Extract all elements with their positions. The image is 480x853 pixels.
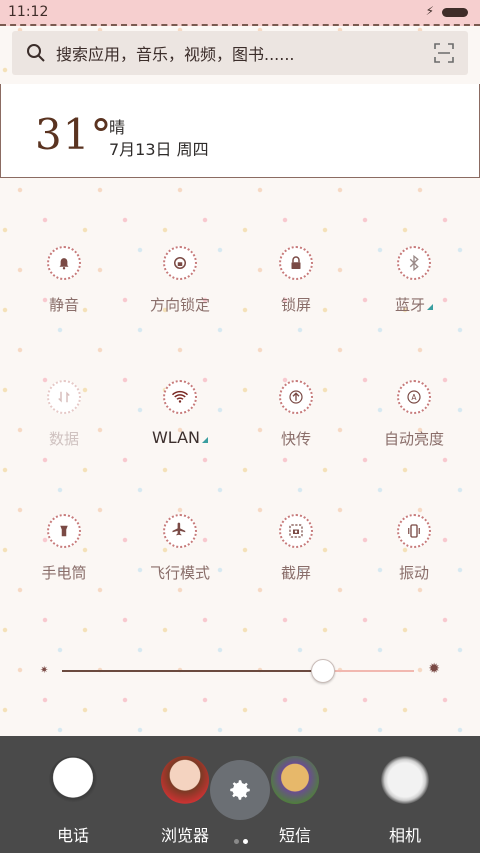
- dim-sun-icon: ✷: [40, 665, 49, 676]
- page-dot: [234, 839, 239, 844]
- toggle-bluetooth[interactable]: 蓝牙: [354, 240, 474, 330]
- messages-app-icon: [271, 756, 319, 804]
- toggle-quick-transfer[interactable]: 快传: [236, 374, 356, 464]
- more-indicator-icon: [427, 304, 433, 310]
- toggle-label: 自动亮度: [383, 430, 444, 448]
- search-placeholder: 搜索应用，音乐，视频，图书......: [56, 45, 295, 64]
- rotation-lock-icon: [163, 246, 197, 280]
- toggle-data[interactable]: 数据: [4, 374, 124, 464]
- bright-sun-icon: ✹: [428, 661, 440, 677]
- page-dot-active: [243, 839, 248, 844]
- toggle-label: 振动: [398, 564, 429, 582]
- toggle-label: 截屏: [280, 564, 311, 582]
- toggle-label: WLAN: [120, 428, 240, 447]
- toggle-lock-screen[interactable]: 锁屏: [236, 240, 356, 330]
- toggle-auto-brightness[interactable]: A 自动亮度: [354, 374, 474, 464]
- app-label: 电话: [56, 826, 89, 845]
- app-label: 相机: [388, 826, 421, 845]
- lock-icon: [279, 246, 313, 280]
- page-indicator: [232, 829, 250, 848]
- flashlight-icon: [47, 514, 81, 548]
- settings-button[interactable]: [210, 760, 270, 820]
- upload-icon: [279, 380, 313, 414]
- toggle-screenshot[interactable]: 截屏: [236, 508, 356, 598]
- search-bar[interactable]: 搜索应用，音乐，视频，图书......: [12, 31, 468, 75]
- toggle-label: 手电筒: [41, 564, 87, 582]
- gear-icon: [230, 780, 250, 800]
- airplane-icon: [163, 514, 197, 548]
- vibrate-icon: [397, 514, 431, 548]
- toggle-label: 蓝牙: [354, 294, 474, 315]
- toggle-label: 飞行模式: [149, 564, 210, 582]
- weather-temperature: 31°: [35, 110, 113, 159]
- weather-condition: 晴: [109, 118, 126, 137]
- scan-icon[interactable]: [434, 43, 454, 63]
- toggle-silent[interactable]: 静音: [4, 240, 124, 330]
- search-icon: [27, 44, 45, 62]
- app-camera[interactable]: 相机: [350, 756, 460, 846]
- status-bar: 11:12 ⚡: [0, 0, 480, 26]
- toggle-label: 数据: [48, 430, 79, 448]
- toggle-label: 锁屏: [280, 296, 311, 314]
- browser-app-icon: [161, 756, 209, 804]
- toggle-label: 快传: [280, 430, 311, 448]
- toggle-vibrate[interactable]: 振动: [354, 508, 474, 598]
- toggle-wlan[interactable]: WLAN: [120, 374, 240, 464]
- toggle-flashlight[interactable]: 手电筒: [4, 508, 124, 598]
- status-time: 11:12: [8, 4, 49, 20]
- wifi-icon: [163, 380, 197, 414]
- toggle-airplane-mode[interactable]: 飞行模式: [120, 508, 240, 598]
- toggle-label: 静音: [48, 296, 79, 314]
- bell-icon: [47, 246, 81, 280]
- weather-date: 7月13日 周四: [109, 140, 209, 159]
- toggle-rotation-lock[interactable]: 方向锁定: [120, 240, 240, 330]
- app-label: 短信: [278, 826, 311, 845]
- app-dock: 电话 浏览器 短信 相机: [0, 736, 480, 853]
- auto-brightness-icon: A: [397, 380, 431, 414]
- camera-app-icon: [381, 756, 429, 804]
- phone-app-icon: [49, 756, 97, 804]
- brightness-track[interactable]: [62, 659, 414, 683]
- brightness-thumb[interactable]: [311, 659, 335, 683]
- brightness-fill: [62, 670, 322, 672]
- weather-widget[interactable]: 31° 晴 7月13日 周四: [0, 84, 480, 178]
- toggle-label: 方向锁定: [149, 296, 210, 314]
- data-icon: [47, 380, 81, 414]
- bluetooth-icon: [397, 246, 431, 280]
- app-label: 浏览器: [160, 826, 209, 845]
- more-indicator-icon: [202, 437, 208, 443]
- screenshot-icon: [279, 514, 313, 548]
- brightness-slider[interactable]: ✷ ✹: [40, 659, 440, 683]
- charging-icon: ⚡: [425, 4, 434, 18]
- app-phone[interactable]: 电话: [18, 756, 128, 846]
- battery-icon: [442, 8, 468, 17]
- svg-text:A: A: [411, 393, 417, 402]
